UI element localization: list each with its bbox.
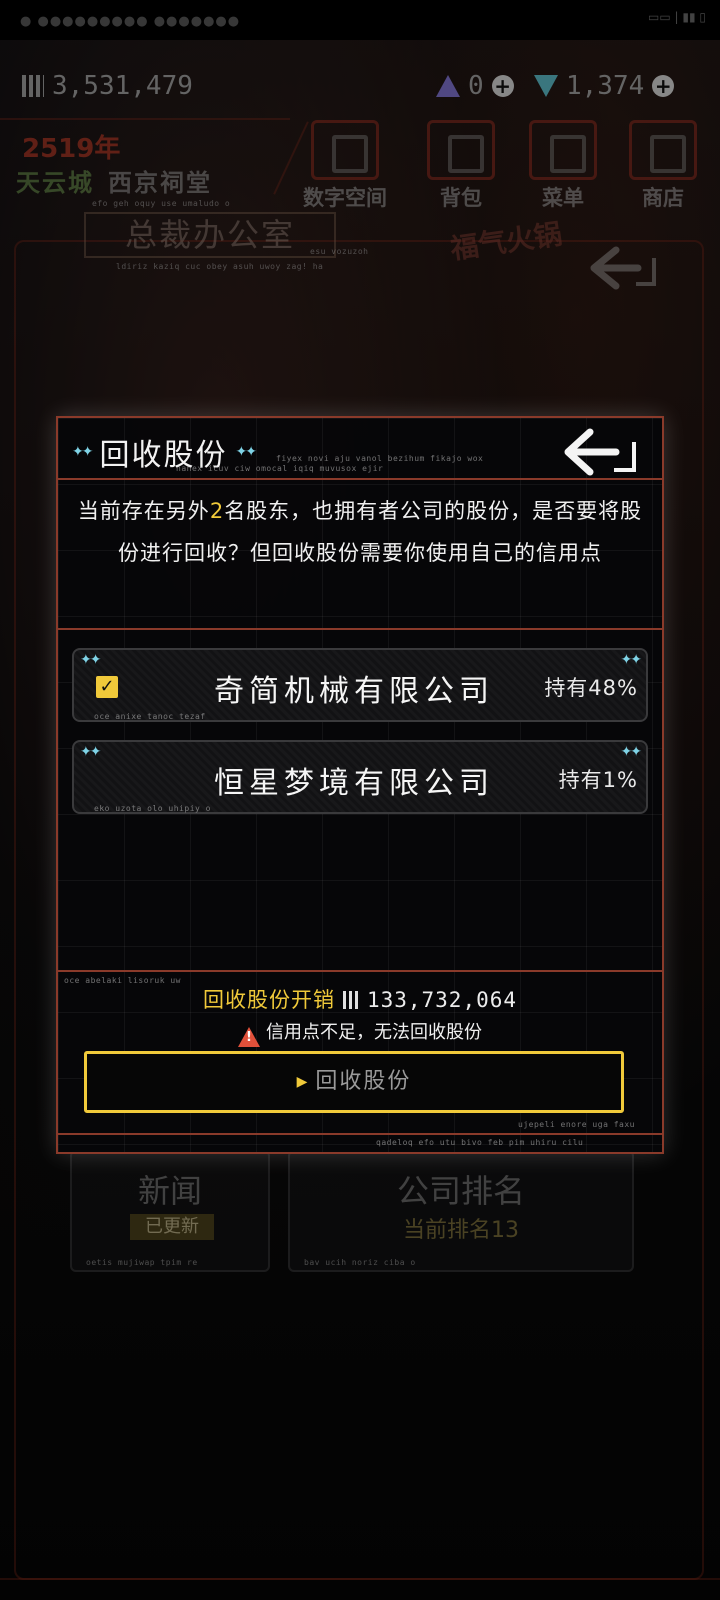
buyback-shares-button[interactable]: ▶ 回收股份: [84, 1051, 624, 1113]
shareholder-count: 2: [209, 499, 225, 523]
divider: [58, 628, 662, 630]
company-holding: 持有48%: [544, 676, 638, 700]
dialog-title-code-2: nanex icuv ciw omocal iqiq muvusox ejir: [176, 464, 384, 473]
company-checkbox-checked[interactable]: ✓: [96, 676, 118, 698]
bottom-code: qadeloq efo utu bivo feb pim uhiru cilu: [376, 1138, 584, 1147]
sparkle-icon: ✦✦: [620, 744, 643, 760]
dialog-message: 当前存在另外2名股东，也拥有者公司的股份，是否要将股份进行回收？但回收股份需要你…: [72, 490, 648, 574]
close-back-icon[interactable]: [560, 426, 638, 484]
company-code: eko uzota olo uhipiy o: [94, 804, 211, 813]
cost-amount: 133,732,064: [366, 988, 518, 1012]
button-code: ujepeli enore uga faxu: [518, 1120, 635, 1129]
warning-icon: !: [238, 1027, 260, 1047]
divider: [58, 970, 662, 972]
sparkle-icon: ✦✦: [620, 652, 643, 668]
sparkle-icon: ✦✦: [80, 744, 102, 760]
dialog-title-code: fiyex novi aju vanol bezihum fikajo wox: [276, 454, 484, 463]
insufficient-credits-warning: ! 信用点不足，无法回收股份: [58, 1018, 662, 1047]
warning-text: 信用点不足，无法回收股份: [266, 1022, 482, 1043]
credit-icon: [342, 991, 361, 1009]
company-name: 恒星梦境有限公司: [214, 766, 494, 801]
button-label: 回收股份: [315, 1069, 412, 1094]
sparkle-icon: ✦✦: [235, 444, 257, 460]
sparkle-icon: ✦✦: [72, 444, 94, 460]
cost-label: 回收股份开销: [202, 988, 335, 1012]
message-pre: 当前存在另外: [77, 499, 210, 523]
buyback-cost: 回收股份开销 133,732,064: [58, 984, 662, 1014]
company-row[interactable]: ✦✦ ✦✦ 恒星梦境有限公司 持有1% eko uzota olo uhipiy…: [72, 740, 648, 814]
company-row[interactable]: ✦✦ ✦✦ ✓ 奇简机械有限公司 持有48% oce anixe tanoc t…: [72, 648, 648, 722]
caret-right-icon: ▶: [296, 1074, 310, 1090]
company-holding: 持有1%: [558, 768, 638, 792]
dialog-header: ✦✦ 回收股份 ✦✦ fiyex novi aju vanol bezihum …: [58, 418, 662, 480]
divider: [58, 1133, 662, 1135]
buyback-shares-dialog: ✦✦ 回收股份 ✦✦ fiyex novi aju vanol bezihum …: [56, 416, 664, 1154]
sparkle-icon: ✦✦: [80, 652, 102, 668]
company-name: 奇简机械有限公司: [214, 674, 494, 709]
company-code: oce anixe tanoc tezaf: [94, 712, 206, 721]
